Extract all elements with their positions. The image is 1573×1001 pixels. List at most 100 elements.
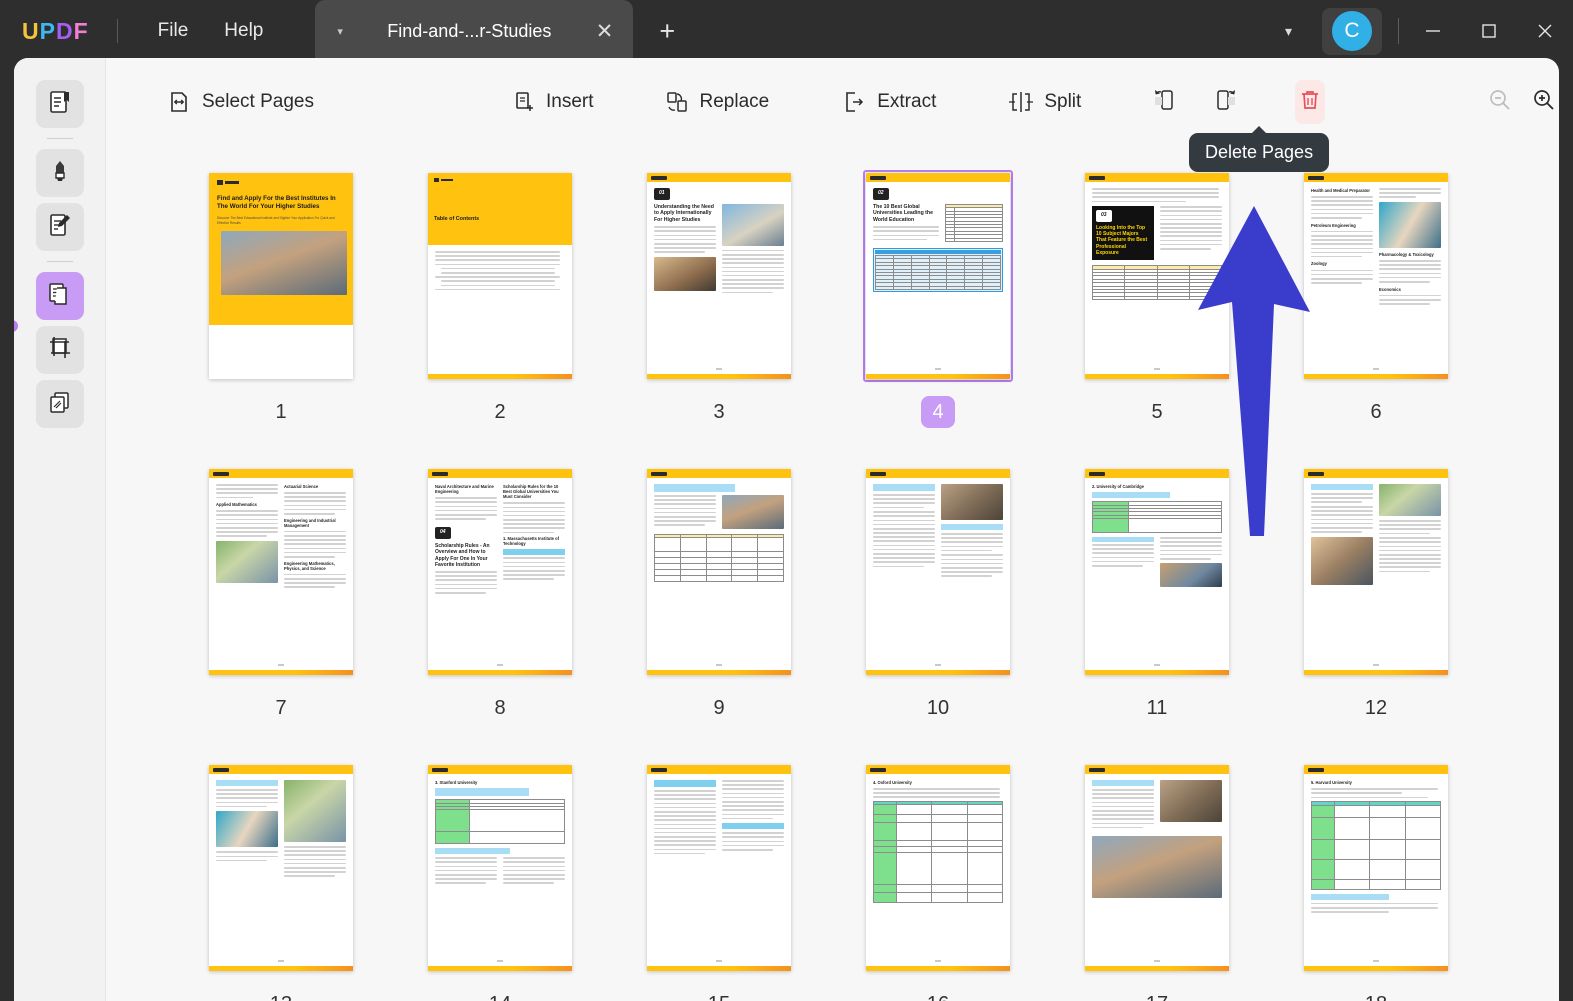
page-thumbnail[interactable]: 01 Understanding the Need to Apply Inter… xyxy=(610,170,829,466)
organize-pages-icon xyxy=(47,281,73,312)
sidebar-item-crop[interactable] xyxy=(35,326,84,374)
window-controls: ▾ C xyxy=(1269,0,1573,62)
updf-window: U P D F File Help ▾ Find-and-...r-Studie… xyxy=(0,0,1573,1001)
trash-icon xyxy=(1298,88,1322,117)
sidebar-item-comment[interactable] xyxy=(35,149,84,197)
tab-title: Find-and-...r-Studies xyxy=(387,20,552,41)
insert-label: Insert xyxy=(545,91,594,112)
rotate-left-button[interactable] xyxy=(1149,80,1179,124)
chevron-down-icon[interactable]: ▾ xyxy=(1269,13,1308,50)
page-number: 18 xyxy=(1359,988,1393,1001)
sidebar-item-organize-pages[interactable] xyxy=(35,272,84,320)
account-button[interactable]: C xyxy=(1322,7,1382,55)
page-thumbnail[interactable]: 4. Oxford University xyxy=(829,762,1048,1001)
sidebar-resize-handle[interactable] xyxy=(14,320,18,332)
page-thumbnail[interactable]: 9 xyxy=(610,466,829,762)
page-thumbnail[interactable]: 3. Stanford University xyxy=(391,762,610,1001)
page-thumbnail[interactable]: 13 xyxy=(172,762,391,1001)
page-thumbnail[interactable]: Table of Contents 2 xyxy=(391,170,610,466)
page-thumbnail[interactable]: 10 xyxy=(829,466,1048,762)
page-number: 5 xyxy=(1151,400,1163,423)
rotate-left-icon xyxy=(1150,87,1178,118)
crop-icon xyxy=(47,335,73,366)
page-number: 2 xyxy=(494,400,506,423)
section-heading: Zoology xyxy=(1311,261,1327,267)
zoom-out-button[interactable] xyxy=(1485,80,1515,124)
rotate-right-button[interactable] xyxy=(1211,80,1241,124)
close-icon[interactable]: ✕ xyxy=(596,21,614,42)
main-panel: Select Pages Insert Replace Extract Spli… xyxy=(14,58,1559,1001)
page-title: 2. University of Cambridge xyxy=(1092,484,1144,489)
section-heading: Scholarship Rules for the 10 Best Global… xyxy=(503,484,559,500)
select-pages-label: Select Pages xyxy=(202,91,314,112)
page-number: 16 xyxy=(921,988,955,1001)
page-thumbnail[interactable]: Naval Architecture and Marine Engineerin… xyxy=(391,466,610,762)
extract-page-icon xyxy=(841,89,867,115)
maximize-icon[interactable] xyxy=(1461,0,1517,62)
section-heading: Petroleum Engineering xyxy=(1311,222,1356,228)
book-bookmark-icon xyxy=(47,89,73,120)
page-title: Looking Into the Top 10 Subject Majors T… xyxy=(1096,224,1148,256)
page-title: 3. Stanford University xyxy=(435,780,478,785)
replace-button[interactable]: Replace xyxy=(654,80,780,124)
extract-button[interactable]: Extract xyxy=(831,80,946,124)
menu-file[interactable]: File xyxy=(140,14,207,48)
page-toolbar: Select Pages Insert Replace Extract Spli… xyxy=(106,58,1559,146)
page-thumbnail[interactable]: Health and Medical Preparator Petroleum … xyxy=(1267,170,1486,466)
page-thumbnail[interactable]: Applied Mathematics Actuarial Science En… xyxy=(172,466,391,762)
close-icon[interactable] xyxy=(1517,0,1573,62)
page-title: Understanding the Need to Apply Internat… xyxy=(654,203,714,223)
page-thumbnail[interactable]: 03 Looking Into the Top 10 Subject Major… xyxy=(1048,170,1267,466)
page-number: 8 xyxy=(494,696,506,719)
page-thumbnail-grid[interactable]: Find and Apply For the Best Institutes I… xyxy=(106,146,1559,1001)
replace-label: Replace xyxy=(699,91,770,112)
sidebar-item-reader[interactable] xyxy=(35,80,84,128)
minimize-icon[interactable] xyxy=(1405,0,1461,62)
zoom-in-button[interactable] xyxy=(1529,80,1559,124)
sidebar-item-edit[interactable] xyxy=(35,203,84,251)
page-thumbnail[interactable]: 15 xyxy=(610,762,829,1001)
page-number: 7 xyxy=(275,696,287,719)
title-bar: U P D F File Help ▾ Find-and-...r-Studie… xyxy=(0,0,1573,62)
layers-icon xyxy=(47,389,73,420)
page-thumbnail[interactable]: Find and Apply For the Best Institutes I… xyxy=(172,170,391,466)
section-heading: Pharmacology & Toxicology xyxy=(1379,251,1434,257)
split-label: Split xyxy=(1044,91,1082,112)
logo-letter-f: F xyxy=(73,17,89,44)
document-tab[interactable]: ▾ Find-and-...r-Studies ✕ xyxy=(315,0,634,62)
chapter-badge: 04 xyxy=(435,527,451,540)
section-heading: Naval Architecture and Marine Engineerin… xyxy=(435,484,494,495)
page-number: 4 xyxy=(921,396,955,428)
page-number: 12 xyxy=(1364,696,1388,719)
page-thumbnail[interactable]: 5. Harvard University xyxy=(1267,762,1486,1001)
page-thumbnail[interactable]: 2. University of Cambridge 11 xyxy=(1048,466,1267,762)
page-number: 3 xyxy=(713,400,725,423)
replace-page-icon xyxy=(664,89,690,115)
page-number: 13 xyxy=(264,988,298,1001)
insert-page-icon xyxy=(510,89,536,115)
logo-letter-u: U xyxy=(22,17,40,44)
page-thumbnail-selected[interactable]: 02 The 10 Best Global Universities Leadi… xyxy=(829,170,1048,466)
zoom-in-icon xyxy=(1531,87,1557,118)
page-thumbnail[interactable]: 12 xyxy=(1267,466,1486,762)
sidebar-item-ocr[interactable] xyxy=(35,380,84,428)
extract-label: Extract xyxy=(877,91,937,112)
page-number: 14 xyxy=(483,988,517,1001)
select-pages-button[interactable]: Select Pages xyxy=(156,80,324,124)
menu-help[interactable]: Help xyxy=(206,14,281,48)
page-thumbnail[interactable]: 17 xyxy=(1048,762,1267,1001)
tooltip-label: Delete Pages xyxy=(1205,142,1314,162)
page-title: The 10 Best Global Universities Leading … xyxy=(873,203,933,223)
delete-pages-button[interactable] xyxy=(1295,80,1326,124)
section-heading: Engineering and Industrial Management xyxy=(284,517,336,528)
insert-button[interactable]: Insert xyxy=(500,80,604,124)
page-title: Scholarship Rules - An Overview and How … xyxy=(435,543,490,568)
rotate-right-icon xyxy=(1212,87,1240,118)
page-subtitle: Discover The Best Educational Institute … xyxy=(217,215,335,225)
logo-letter-p: P xyxy=(39,17,56,44)
split-button[interactable]: Split xyxy=(998,80,1091,124)
plus-icon[interactable]: + xyxy=(659,17,675,45)
section-heading: Actuarial Science xyxy=(284,484,319,489)
page-number: 6 xyxy=(1370,400,1382,423)
split-page-icon xyxy=(1008,89,1034,115)
